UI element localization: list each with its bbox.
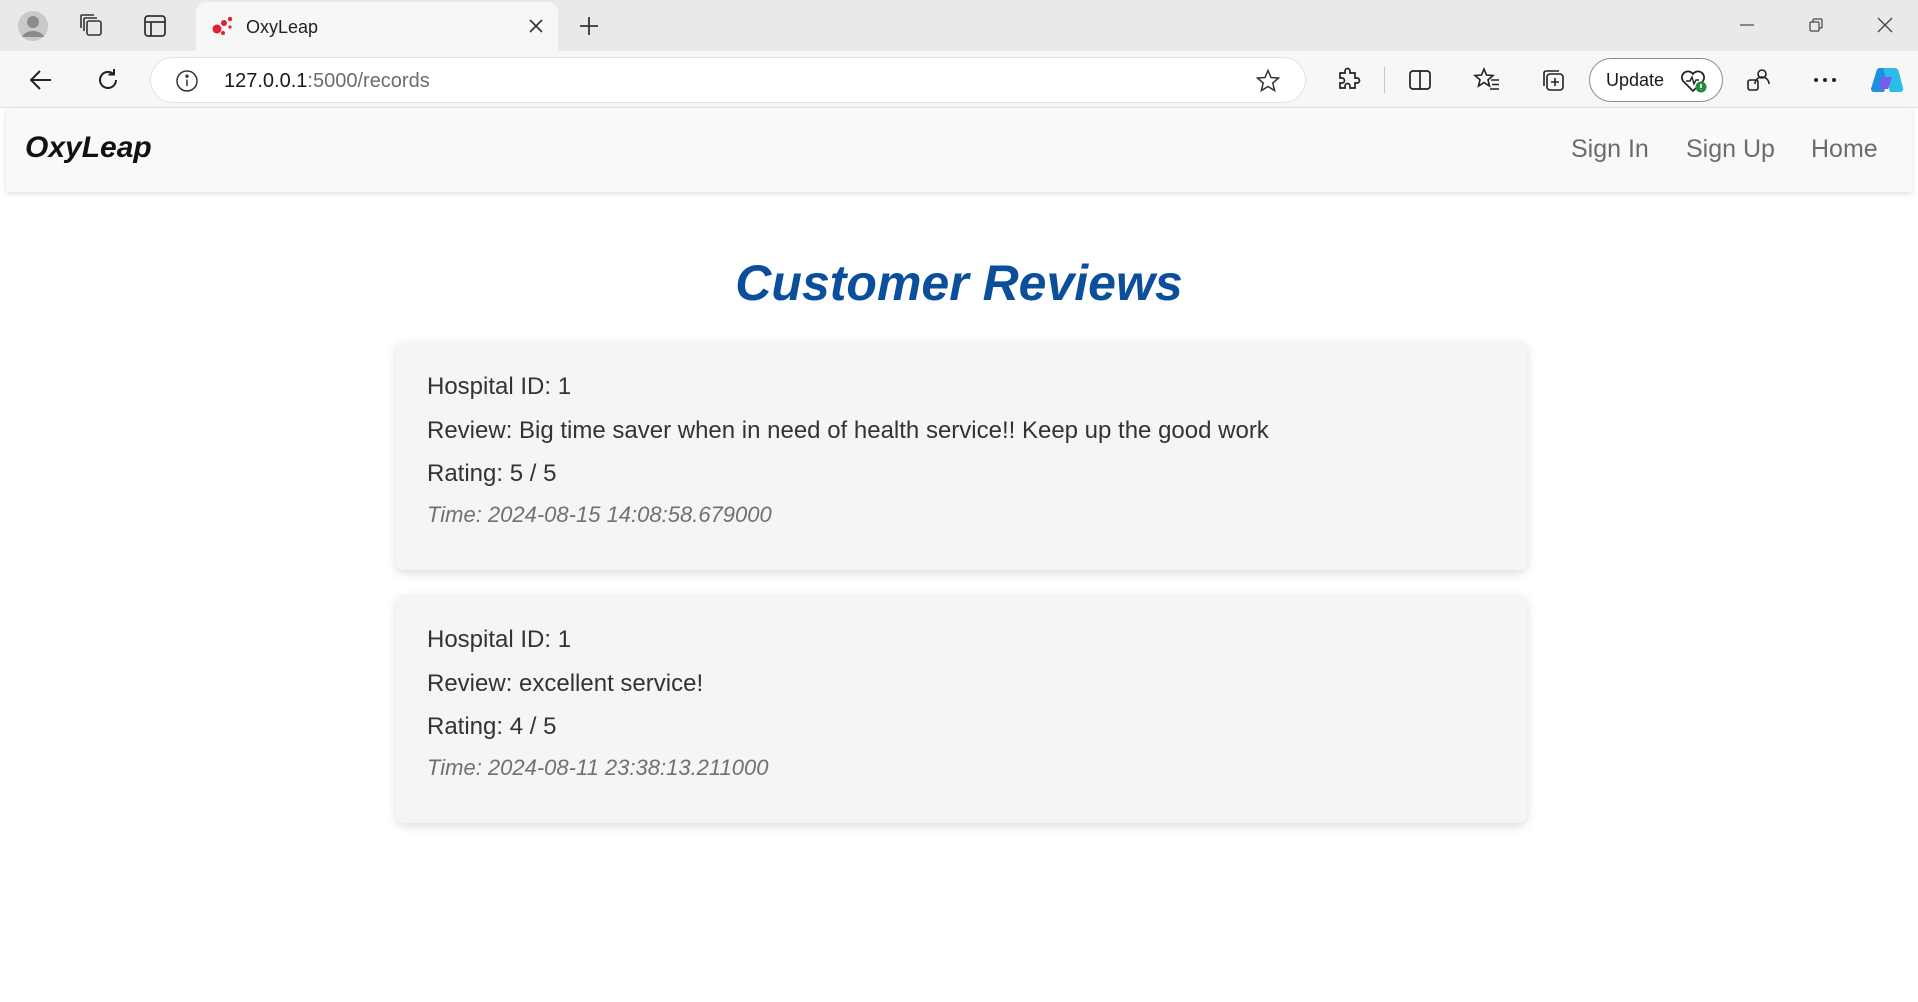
review-rating: Rating: 5 / 5	[427, 460, 557, 487]
review-text: Review: Big time saver when in need of h…	[427, 417, 1269, 444]
tab-oxyleap[interactable]: OxyLeap	[196, 2, 558, 51]
info-icon[interactable]	[175, 69, 199, 98]
review-hospital-id: Hospital ID: 1	[427, 373, 572, 400]
profile-avatar-icon[interactable]	[14, 7, 52, 45]
address-bar[interactable]: 127.0.0.1:5000/records	[150, 57, 1306, 103]
url-host: 127.0.0.1	[224, 70, 308, 92]
workspaces-icon[interactable]	[73, 7, 111, 45]
browser-toolbar: 127.0.0.1:5000/records Update	[0, 51, 1918, 108]
collections-icon[interactable]	[1532, 59, 1574, 101]
plus-icon[interactable]	[570, 7, 608, 45]
favorites-icon[interactable]	[1466, 59, 1508, 101]
close-icon[interactable]	[524, 14, 548, 38]
review-text: Review: excellent service!	[427, 670, 704, 697]
restore-icon[interactable]	[1791, 8, 1841, 42]
toolbar-divider	[1384, 67, 1385, 93]
nav-link-sign-in[interactable]: Sign In	[1571, 135, 1649, 164]
site-navbar: OxyLeap Sign In Sign Up Home	[6, 108, 1912, 192]
copilot-icon[interactable]	[1866, 59, 1908, 101]
page-title: Customer Reviews	[735, 255, 1183, 311]
heart-badge-icon	[1680, 68, 1708, 99]
profile-switch-icon[interactable]	[1738, 59, 1780, 101]
review-card: Hospital ID: 1 Review: Big time saver wh…	[396, 342, 1527, 570]
close-window-icon[interactable]	[1860, 8, 1910, 42]
review-card: Hospital ID: 1 Review: excellent service…	[396, 595, 1527, 823]
navbar-brand[interactable]: OxyLeap	[25, 131, 152, 165]
update-label: Update	[1606, 70, 1665, 90]
review-rating: Rating: 4 / 5	[427, 713, 557, 740]
tab-title: OxyLeap	[246, 17, 319, 37]
refresh-icon[interactable]	[87, 59, 129, 101]
review-time: Time: 2024-08-15 14:08:58.679000	[427, 502, 772, 527]
star-icon[interactable]	[1255, 68, 1281, 99]
review-time: Time: 2024-08-11 23:38:13.211000	[427, 755, 769, 780]
puzzle-icon[interactable]	[1327, 59, 1369, 101]
browser-tab-bar: OxyLeap	[0, 0, 1918, 51]
oxyleap-favicon	[210, 14, 234, 43]
review-hospital-id: Hospital ID: 1	[427, 626, 572, 653]
nav-link-sign-up[interactable]: Sign Up	[1686, 135, 1775, 164]
more-icon[interactable]	[1804, 59, 1846, 101]
page-viewport: OxyLeap Sign In Sign Up Home Customer Re…	[6, 108, 1912, 1002]
url-text[interactable]: 127.0.0.1:5000/records	[224, 70, 430, 93]
update-button[interactable]: Update	[1589, 58, 1723, 102]
nav-link-home[interactable]: Home	[1811, 135, 1878, 164]
url-path: :5000/records	[307, 70, 430, 92]
back-arrow-icon[interactable]	[20, 59, 62, 101]
split-screen-icon[interactable]	[1399, 59, 1441, 101]
minimize-icon[interactable]	[1722, 8, 1772, 42]
tab-actions-icon[interactable]	[136, 7, 174, 45]
